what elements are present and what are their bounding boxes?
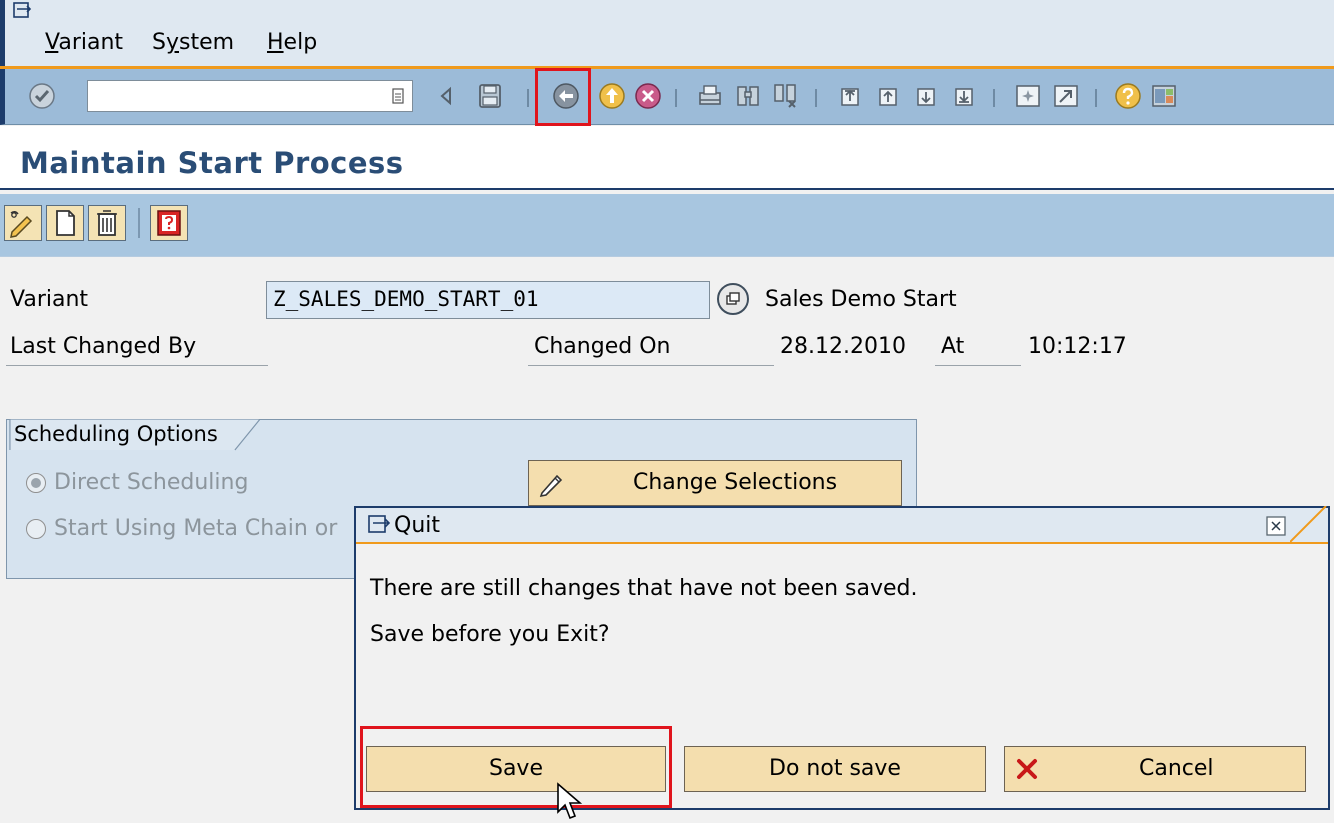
menu-help[interactable]: Help xyxy=(267,30,317,55)
dialog-message-line2: Save before you Exit? xyxy=(370,622,610,647)
menu-variant[interactable]: Variant xyxy=(45,30,123,55)
variant-label: Variant xyxy=(10,287,89,312)
command-input[interactable] xyxy=(88,81,380,109)
app-menu-icon[interactable] xyxy=(13,2,33,20)
group-title: Scheduling Options xyxy=(14,422,218,446)
collapse-icon[interactable] xyxy=(431,81,461,111)
delete-icon xyxy=(97,210,117,236)
variant-input[interactable]: Z_SALES_DEMO_START_01 xyxy=(266,281,710,319)
exit-icon[interactable] xyxy=(597,81,627,111)
save-button-highlight xyxy=(360,726,672,808)
changed-on-label: Changed On xyxy=(528,334,774,366)
title-bar: Maintain Start Process xyxy=(0,126,1334,190)
find-icon[interactable] xyxy=(733,81,763,111)
save-icon[interactable] xyxy=(475,81,505,111)
where-used-icon xyxy=(157,210,181,236)
last-page-icon[interactable] xyxy=(949,81,979,111)
cancel-icon[interactable] xyxy=(633,81,663,111)
last-changed-by-value xyxy=(268,334,518,366)
create-button[interactable] xyxy=(46,205,84,241)
change-display-button[interactable] xyxy=(4,205,42,241)
standard-toolbar xyxy=(0,69,1334,125)
customize-layout-icon[interactable] xyxy=(1149,81,1179,111)
dialog-title: Quit xyxy=(394,513,440,538)
first-page-icon[interactable] xyxy=(835,81,865,111)
meta-chain-label: Start Using Meta Chain or xyxy=(54,516,338,541)
page-title: Maintain Start Process xyxy=(20,146,404,180)
change-display-icon xyxy=(10,210,33,238)
mouse-cursor-icon xyxy=(557,782,583,820)
shortcut-icon[interactable] xyxy=(1051,81,1081,111)
change-selections-button[interactable]: Change Selections xyxy=(528,460,902,506)
back-button-highlight xyxy=(535,68,591,126)
dialog-message-line1: There are still changes that have not be… xyxy=(370,576,918,601)
enter-icon[interactable] xyxy=(27,81,57,111)
menu-system[interactable]: System xyxy=(152,30,234,55)
create-icon xyxy=(56,210,75,236)
value-help-button[interactable] xyxy=(717,283,749,315)
toolbar-separator xyxy=(527,89,529,107)
next-page-icon[interactable] xyxy=(911,81,941,111)
meta-chain-radio[interactable] xyxy=(26,519,46,539)
toolbar-separator xyxy=(815,89,817,107)
dialog-title-bar[interactable]: Quit xyxy=(356,506,1328,544)
toolbar-separator xyxy=(675,89,677,107)
direct-scheduling-radio[interactable] xyxy=(26,473,46,493)
pencil-icon xyxy=(539,474,563,498)
help-icon[interactable] xyxy=(1113,81,1143,111)
toolbar-separator xyxy=(993,89,995,107)
value-help-icon xyxy=(726,292,740,305)
dialog-title-tab-corner xyxy=(1290,506,1327,542)
delete-button[interactable] xyxy=(88,205,126,241)
variant-description: Sales Demo Start xyxy=(765,287,957,312)
command-field[interactable] xyxy=(87,80,413,112)
cancel-label: Cancel xyxy=(1139,756,1214,781)
cancel-x-icon xyxy=(1017,759,1037,779)
at-label: At xyxy=(935,334,1021,366)
create-session-icon[interactable] xyxy=(1013,81,1043,111)
at-value: 10:12:17 xyxy=(1028,334,1127,359)
find-next-icon[interactable] xyxy=(771,81,801,111)
menu-bar: Variant System Help xyxy=(0,0,1334,66)
where-used-button[interactable] xyxy=(150,205,188,241)
change-selections-label: Change Selections xyxy=(633,470,838,495)
direct-scheduling-label: Direct Scheduling xyxy=(54,470,249,495)
changed-on-value: 28.12.2010 xyxy=(780,334,906,359)
dialog-menu-icon[interactable] xyxy=(368,515,392,537)
command-history-icon[interactable] xyxy=(392,88,404,104)
toolbar-separator xyxy=(1095,89,1097,107)
application-toolbar xyxy=(0,194,1334,257)
toolbar-separator xyxy=(138,208,140,238)
print-icon[interactable] xyxy=(695,81,725,111)
previous-page-icon[interactable] xyxy=(873,81,903,111)
cancel-button[interactable]: Cancel xyxy=(1004,746,1306,792)
close-icon[interactable] xyxy=(1266,516,1286,536)
last-changed-by-label: Last Changed By xyxy=(6,334,268,366)
do-not-save-button[interactable]: Do not save xyxy=(684,746,986,792)
